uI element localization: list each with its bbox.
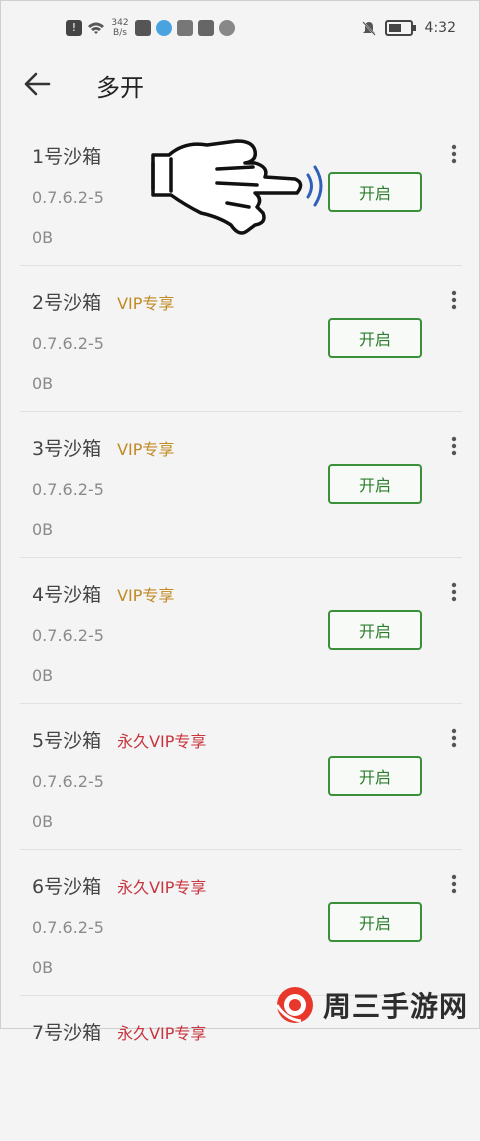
size-text: 0B	[32, 520, 54, 539]
cat-icon	[177, 20, 193, 36]
more-vert-icon[interactable]	[444, 434, 464, 458]
vip-badge: VIP专享	[117, 440, 175, 459]
version-text: 0.7.6.2-5	[32, 772, 104, 791]
list-item: 4号沙箱 VIP专享 0.7.6.2-5 0B 开启	[20, 558, 462, 704]
more-vert-icon[interactable]	[444, 726, 464, 750]
globe-icon	[219, 20, 235, 36]
alert-icon: !	[66, 20, 82, 36]
watermark: 周三手游网	[275, 985, 468, 1025]
forever-vip-badge: 永久VIP专享	[117, 1024, 207, 1043]
open-button[interactable]: 开启	[328, 902, 422, 942]
version-text: 0.7.6.2-5	[32, 918, 104, 937]
vip-badge: VIP专享	[117, 586, 175, 605]
version-text: 0.7.6.2-5	[32, 480, 104, 499]
box-icon	[198, 20, 214, 36]
size-text: 0B	[32, 958, 54, 977]
list-item: 3号沙箱 VIP专享 0.7.6.2-5 0B 开启	[20, 412, 462, 558]
item-title: 7号沙箱 永久VIP专享	[32, 1018, 206, 1045]
item-title: 1号沙箱	[32, 142, 101, 169]
more-vert-icon[interactable]	[444, 142, 464, 166]
item-title: 4号沙箱 VIP专享	[32, 580, 174, 607]
status-time: 4:32	[424, 20, 456, 36]
back-arrow-icon[interactable]	[22, 70, 52, 98]
mute-bell-icon	[361, 21, 376, 36]
version-text: 0.7.6.2-5	[32, 626, 104, 645]
app-icon	[156, 20, 172, 36]
sandbox-name: 1号沙箱	[32, 146, 102, 168]
status-bar: ! 342 B/s 4:32	[0, 0, 480, 56]
open-button[interactable]: 开启	[328, 756, 422, 796]
open-button[interactable]: 开启	[328, 172, 422, 212]
size-text: 0B	[32, 374, 54, 393]
more-vert-icon[interactable]	[444, 288, 464, 312]
item-title: 5号沙箱 永久VIP专享	[32, 726, 206, 753]
sandbox-name: 7号沙箱	[32, 1022, 102, 1044]
battery-icon	[384, 20, 416, 36]
item-title: 6号沙箱 永久VIP专享	[32, 872, 206, 899]
sandbox-name: 4号沙箱	[32, 584, 102, 606]
open-button[interactable]: 开启	[328, 318, 422, 358]
status-right: 4:32	[361, 16, 456, 40]
sandbox-name: 3号沙箱	[32, 438, 102, 460]
net-speed: 342 B/s	[111, 18, 129, 38]
forever-vip-badge: 永久VIP专享	[117, 878, 207, 897]
version-text: 0.7.6.2-5	[32, 334, 104, 353]
sandbox-name: 5号沙箱	[32, 730, 102, 752]
item-title: 3号沙箱 VIP专享	[32, 434, 174, 461]
watermark-logo-icon	[275, 987, 313, 1023]
size-text: 0B	[32, 812, 54, 831]
page-title: 多开	[96, 74, 144, 102]
size-text: 0B	[32, 666, 54, 685]
app-header: 多开	[0, 56, 480, 116]
sandbox-name: 6号沙箱	[32, 876, 102, 898]
list-item: 6号沙箱 永久VIP专享 0.7.6.2-5 0B 开启	[20, 850, 462, 996]
status-left: ! 342 B/s	[66, 16, 235, 40]
forever-vip-badge: 永久VIP专享	[117, 732, 207, 751]
sandbox-name: 2号沙箱	[32, 292, 102, 314]
wifi-icon	[88, 22, 104, 34]
more-vert-icon[interactable]	[444, 580, 464, 604]
vip-badge: VIP专享	[117, 294, 175, 313]
pointing-hand-icon	[151, 139, 323, 235]
open-button[interactable]: 开启	[328, 464, 422, 504]
item-title: 2号沙箱 VIP专享	[32, 288, 174, 315]
list-item: 2号沙箱 VIP专享 0.7.6.2-5 0B 开启	[20, 266, 462, 412]
list-item: 5号沙箱 永久VIP专享 0.7.6.2-5 0B 开启	[20, 704, 462, 850]
size-text: 0B	[32, 228, 54, 247]
watermark-text: 周三手游网	[322, 990, 468, 1023]
version-text: 0.7.6.2-5	[32, 188, 104, 207]
more-vert-icon[interactable]	[444, 872, 464, 896]
open-button[interactable]: 开启	[328, 610, 422, 650]
video-icon	[135, 20, 151, 36]
